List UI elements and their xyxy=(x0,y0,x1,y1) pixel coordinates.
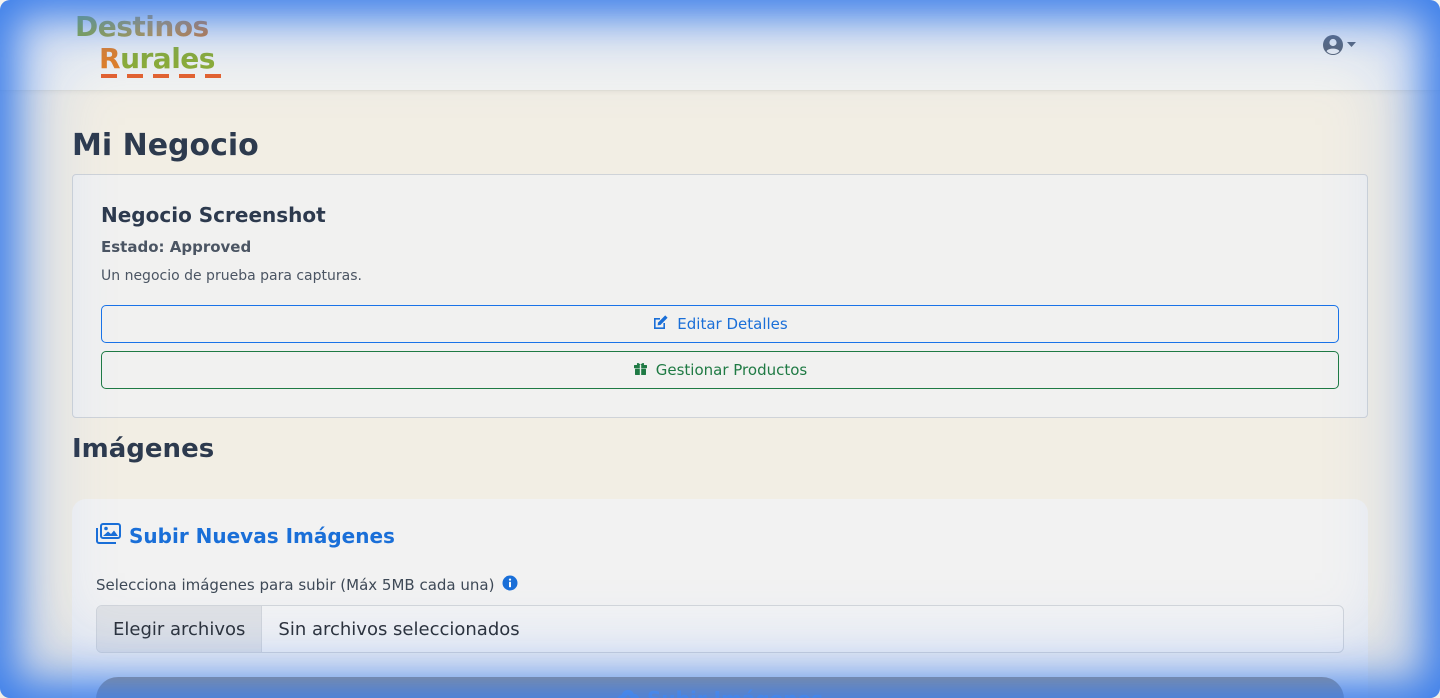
user-menu-toggle[interactable] xyxy=(1322,33,1362,57)
info-icon[interactable] xyxy=(502,575,518,595)
logo-dash-decoration xyxy=(101,74,221,78)
business-card: Negocio Screenshot Estado: Approved Un n… xyxy=(72,174,1368,418)
manage-products-label: Gestionar Productos xyxy=(655,361,808,379)
business-description: Un negocio de prueba para capturas. xyxy=(101,268,362,284)
file-status-text: Sin archivos seleccionados xyxy=(278,618,520,640)
manage-products-button[interactable]: Gestionar Productos xyxy=(101,351,1339,389)
brand-logo[interactable]: Destinos Rurales xyxy=(75,10,225,82)
upload-hint: Selecciona imágenes para subir (Máx 5MB … xyxy=(96,575,518,595)
user-circle-icon xyxy=(1322,34,1344,56)
upload-images-button[interactable]: Subir Imágenes xyxy=(96,677,1344,698)
logo-text-destinos: Destinos xyxy=(75,10,209,43)
logo-text-urales: urales xyxy=(120,42,215,75)
upload-images-card: Subir Nuevas Imágenes Selecciona imágene… xyxy=(72,499,1368,698)
logo-letter-r: R xyxy=(99,42,121,75)
images-icon xyxy=(96,523,121,548)
page-title: Mi Negocio xyxy=(72,128,259,163)
logo-text-rurales: Rurales xyxy=(99,42,215,76)
upload-images-label: Subir Imágenes xyxy=(647,687,823,698)
image-file-input[interactable]: Elegir archivos Sin archivos seleccionad… xyxy=(96,605,1344,653)
caret-down-icon xyxy=(1347,42,1356,48)
gift-icon xyxy=(633,361,648,380)
edit-details-label: Editar Detalles xyxy=(677,315,788,333)
navbar: Destinos Rurales xyxy=(0,0,1440,91)
images-section-title: Imágenes xyxy=(72,434,215,464)
choose-files-button[interactable]: Elegir archivos xyxy=(97,606,263,652)
edit-icon xyxy=(652,314,669,335)
upload-hint-text: Selecciona imágenes para subir (Máx 5MB … xyxy=(96,576,495,594)
upload-card-header: Subir Nuevas Imágenes xyxy=(96,523,395,548)
edit-details-button[interactable]: Editar Detalles xyxy=(101,305,1339,343)
business-name: Negocio Screenshot xyxy=(101,203,326,227)
cloud-upload-icon xyxy=(617,687,640,698)
business-status: Estado: Approved xyxy=(101,238,252,256)
upload-card-title: Subir Nuevas Imágenes xyxy=(129,523,395,548)
